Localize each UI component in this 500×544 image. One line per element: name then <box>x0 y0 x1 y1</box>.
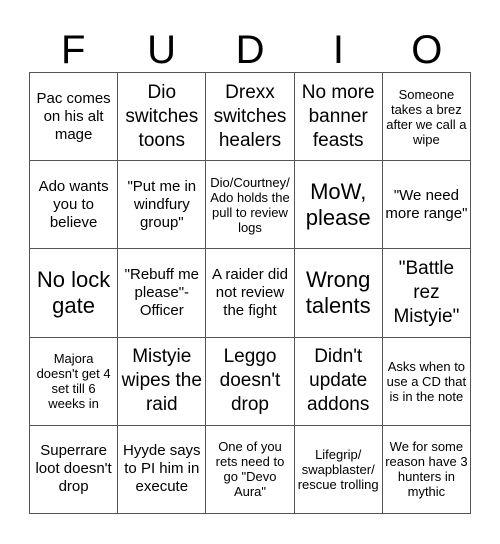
cell-text: Pac comes on his alt mage <box>36 89 111 143</box>
bingo-cell[interactable]: No lock gate <box>30 249 119 338</box>
bingo-cell[interactable]: Superrare loot doesn't drop <box>30 425 119 514</box>
bingo-cell[interactable]: Drexx switches healers <box>206 73 295 162</box>
cell-text: Ado wants you to believe <box>38 177 109 231</box>
cell-text: MoW, please <box>305 178 371 230</box>
bingo-cell[interactable]: Majora doesn't get 4 set till 6 weeks in <box>30 337 119 426</box>
bingo-cell[interactable]: Wrong talents <box>294 249 383 338</box>
cell-text: Superrare loot doesn't drop <box>35 442 112 496</box>
bingo-cell[interactable]: Pac comes on his alt mage <box>30 73 119 162</box>
cell-text: No lock gate <box>36 266 111 318</box>
cell-text: Dio switches toons <box>125 81 199 151</box>
bingo-cell[interactable]: Dio switches toons <box>118 73 207 162</box>
cell-text: "Battle rez Mistyie" <box>393 257 460 327</box>
bingo-cell[interactable]: Hyyde says to PI him in execute <box>118 425 207 514</box>
bingo-header: F U D I O <box>29 28 471 72</box>
header-letter: F <box>60 28 86 72</box>
bingo-cell[interactable]: Ado wants you to believe <box>30 161 119 250</box>
bingo-cell[interactable]: Dio/Courtney/ Ado holds the pull to revi… <box>206 161 295 250</box>
bingo-cell[interactable]: Leggo doesn't drop <box>206 337 295 426</box>
cell-text: Majora doesn't get 4 set till 6 weeks in <box>36 351 111 412</box>
bingo-cell[interactable]: "Battle rez Mistyie" <box>382 249 471 338</box>
cell-text: Someone takes a brez after we call a wip… <box>386 86 467 147</box>
bingo-cell[interactable]: Someone takes a brez after we call a wip… <box>382 73 471 162</box>
bingo-grid: Pac comes on his alt mage Dio switches t… <box>29 72 471 514</box>
bingo-cell[interactable]: Didn't update addons <box>294 337 383 426</box>
cell-text: Lifegrip/ swapblaster/ rescue trolling <box>297 446 379 492</box>
cell-text: "We need more range" <box>385 186 468 222</box>
bingo-cell[interactable]: No more banner feasts <box>294 73 383 162</box>
cell-text: "Rebuff me please"- Officer <box>124 265 199 319</box>
header-letter: D <box>235 28 265 72</box>
header-letter: I <box>332 28 344 72</box>
bingo-cell[interactable]: Asks when to use a CD that is in the not… <box>382 337 471 426</box>
cell-text: A raider did not review the fight <box>212 265 288 319</box>
bingo-cell[interactable]: "Rebuff me please"- Officer <box>118 249 207 338</box>
cell-text: "Put me in windfury group" <box>127 177 197 231</box>
bingo-cell[interactable]: "Put me in windfury group" <box>118 161 207 250</box>
cell-text: Leggo doesn't drop <box>219 346 281 416</box>
cell-text: One of you rets need to go "Devo Aura" <box>215 439 285 500</box>
cell-text: Didn't update addons <box>307 346 370 416</box>
bingo-cell[interactable]: A raider did not review the fight <box>206 249 295 338</box>
cell-text: Drexx switches healers <box>213 81 287 151</box>
cell-text: Hyyde says to PI him in execute <box>123 442 201 496</box>
bingo-cell[interactable]: We for some reason have 3 hunters in myt… <box>382 425 471 514</box>
cell-text: No more banner feasts <box>301 81 375 151</box>
bingo-cell[interactable]: Mistyie wipes the raid <box>118 337 207 426</box>
cell-text: We for some reason have 3 hunters in myt… <box>385 439 468 500</box>
cell-text: Dio/Courtney/ Ado holds the pull to revi… <box>210 174 290 235</box>
cell-text: Asks when to use a CD that is in the not… <box>386 358 467 404</box>
bingo-cell[interactable]: One of you rets need to go "Devo Aura" <box>206 425 295 514</box>
bingo-cell[interactable]: MoW, please <box>294 161 383 250</box>
header-letter: O <box>411 28 443 72</box>
cell-text: Mistyie wipes the raid <box>121 346 202 416</box>
header-letter: U <box>147 28 177 72</box>
bingo-cell[interactable]: Lifegrip/ swapblaster/ rescue trolling <box>294 425 383 514</box>
cell-text: Wrong talents <box>305 266 371 318</box>
bingo-cell[interactable]: "We need more range" <box>382 161 471 250</box>
